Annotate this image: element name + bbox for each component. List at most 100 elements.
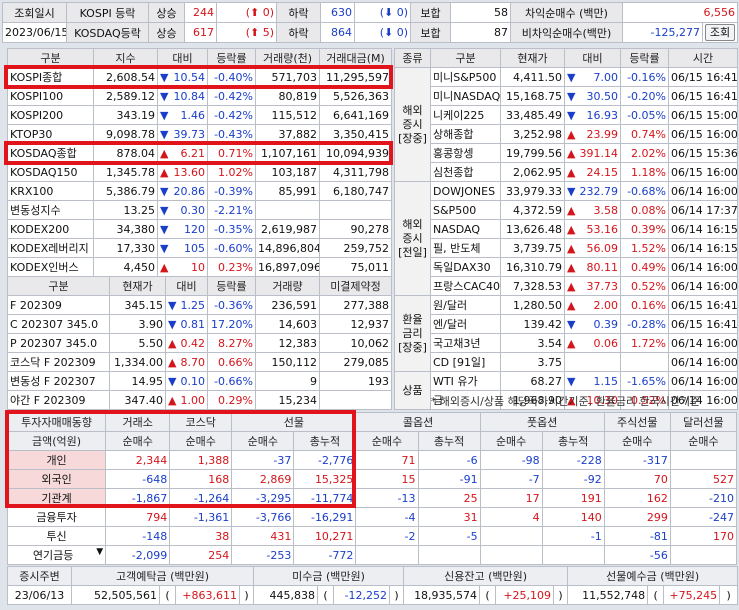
market-name[interactable]: 국고채3년	[430, 333, 501, 353]
index-row[interactable]: KODEX레버리지 17,330 ▼ 105 -0.60% 14,896,804 259,7…	[7, 238, 392, 258]
futures-row[interactable]: P 202307 345.0 5.50 ▲ 0.42 8.27% 12,383 10,062	[7, 333, 392, 353]
investor-name-cell[interactable]: 금융투자	[6, 507, 107, 527]
index-name[interactable]: 변동성지수	[7, 200, 94, 220]
investor-name-cell[interactable]: 기관계	[6, 488, 107, 508]
index-name[interactable]: KOSDAQ150	[7, 162, 94, 182]
market-name[interactable]: S&P500	[430, 200, 501, 220]
triangle-up-icon: ▲	[168, 355, 177, 369]
investor-row[interactable]: 기관계 -1,867 -1,264 -3,295 -11,774 -13 25 17 191 16…	[6, 488, 738, 508]
change-value: 1.46	[180, 108, 206, 122]
overseas-row[interactable]: NASDAQ 13,626.48 ▲ 53.16 0.39% 06/14 16:15	[395, 219, 738, 239]
market-name[interactable]: WTI 유가	[430, 371, 501, 391]
overseas-row[interactable]: 심천종합 2,062.95 ▲ 24.15 1.18% 06/15 16:00	[395, 162, 738, 182]
overseas-row[interactable]: 필, 반도체 3,739.75 ▲ 56.09 1.52% 06/14 16:15	[395, 238, 738, 258]
futures-row[interactable]: 코스닥 F 202309 1,334.00 ▲ 8.70 0.66% 150,112 279…	[7, 352, 392, 372]
investor-name-cell[interactable]: 외국인	[6, 469, 107, 489]
futures-row[interactable]: 야간 F 202309 347.40 ▲ 1.00 0.29% 15,234	[7, 390, 392, 410]
market-name[interactable]: DOWJONES	[430, 181, 501, 201]
overseas-row[interactable]: 상품 WTI 유가 68.27 ▼ 1.15 -1.65% 06/14 16:00	[394, 371, 738, 410]
open-interest: 193	[319, 371, 392, 391]
index-name[interactable]: KTOP30	[7, 124, 94, 144]
investor-value: -4	[355, 507, 419, 527]
investor-name-cell[interactable]: 개인	[6, 450, 107, 470]
overseas-row[interactable]: 프랑스CAC40 7,328.53 ▲ 37.73 0.52% 06/14 16:00	[395, 276, 738, 296]
index-row[interactable]: KOSPI종합 2,608.54 ▼ 10.54 -0.40% 571,703 11,295…	[7, 67, 392, 87]
overseas-row[interactable]: CD [91일] 3.75 06/14 16:00	[395, 352, 738, 372]
overseas-row[interactable]: 니케이225 33,485.49 ▼ 16.93 -0.05% 06/15 15:00	[395, 105, 738, 125]
investor-row[interactable]: 개인 2,344 1,388 -37 -2,776 71 -6 -98 -228 -317	[6, 450, 738, 470]
price: 2,062.95	[500, 162, 565, 182]
investor-row[interactable]: 금융투자 794 -1,361 -3,766 -16,291 -4 31 4 140 299 -24…	[6, 507, 738, 527]
overseas-row[interactable]: 환율 금리 [장중] 원/달러 1,280.50 ▲ 2.00 0.16% 06/15 16:4…	[394, 295, 738, 372]
investor-row[interactable]: 외국인 -648 168 2,869 15,325 15 -91 -7 -92 70 527	[6, 469, 738, 489]
index-name[interactable]: KOSPI종합	[7, 67, 94, 87]
change-rate: -0.68%	[620, 181, 669, 201]
futures-row[interactable]: F 202309 345.15 ▼ 1.25 -0.36% 236,591 277,388	[7, 295, 392, 315]
change-value: 391.14	[579, 146, 619, 160]
futures-row[interactable]: C 202307 345.0 3.90 ▼ 0.81 17.20% 14,603 12,93…	[7, 314, 392, 334]
investor-row[interactable]: 투신 -148 38 431 10,271 -2 -5 -1 -81 170	[6, 526, 738, 546]
change-value: 0.10	[180, 374, 206, 388]
market-name[interactable]: 심천종합	[430, 162, 501, 182]
market-name[interactable]: 니케이225	[430, 105, 501, 125]
contract-name[interactable]: P 202307 345.0	[7, 333, 110, 353]
futures-deposit-header: 선물예수금 (백만원)	[567, 566, 739, 586]
index-name[interactable]: KODEX인버스	[7, 257, 94, 277]
contract-name[interactable]: C 202307 345.0	[7, 314, 110, 334]
contract-name[interactable]: 야간 F 202309	[7, 390, 110, 410]
market-name[interactable]: 원/달러	[430, 295, 501, 315]
market-name[interactable]: 엔/달러	[430, 314, 501, 334]
overseas-row[interactable]: S&P500 4,372.59 ▲ 3.58 0.08% 06/14 17:37	[395, 200, 738, 220]
index-name[interactable]: KOSPI200	[7, 105, 94, 125]
change-value: 1.00	[180, 393, 206, 407]
market-name[interactable]: 프랑스CAC40	[430, 276, 501, 296]
index-row[interactable]: KRX100 5,386.79 ▼ 20.86 -0.39% 85,991 6,180,74…	[7, 181, 392, 201]
overseas-row[interactable]: 국고채3년 3.54 ▲ 0.06 1.72% 06/14 16:00	[395, 333, 738, 353]
investor-row[interactable]: 연기금등 ▼ -2,099 254 -253 -772 -56	[6, 545, 738, 565]
price: 4,411.50	[500, 67, 565, 87]
index-row[interactable]: KODEX200 34,380 ▼ 120 -0.35% 2,619,987 90,278	[7, 219, 392, 239]
index-row[interactable]: KOSDAQ150 1,345.78 ▲ 13.60 1.02% 103,187 4,311…	[7, 162, 392, 182]
investor-name-cell[interactable]: 투신	[6, 526, 107, 546]
market-name[interactable]: 상해종합	[430, 124, 501, 144]
market-name[interactable]: 홍콩항셍	[430, 143, 501, 163]
query-time-label: 조회일시	[2, 2, 67, 23]
query-button[interactable]: 조회	[705, 24, 735, 41]
index-row[interactable]: KTOP30 9,098.78 ▼ 39.73 -0.43% 37,882 3,350,41…	[7, 124, 392, 144]
investor-name-cell[interactable]: 연기금등 ▼	[6, 545, 107, 565]
investor-value: -37	[231, 450, 295, 470]
index-name[interactable]: KOSPI100	[7, 86, 94, 106]
futures-row[interactable]: 변동성 F 202307 14.95 ▼ 0.10 -0.66% 9 193	[7, 371, 392, 391]
index-row[interactable]: KOSPI200 343.19 ▼ 1.46 -0.42% 115,512 6,641,16…	[7, 105, 392, 125]
index-row[interactable]: KODEX인버스 4,450 ▲ 10 0.23% 16,897,096 75,011	[7, 257, 392, 277]
dropdown-arrow-icon[interactable]: ▼	[96, 547, 103, 557]
overseas-row[interactable]: 홍콩항셍 19,799.56 ▲ 391.14 2.02% 06/15 15:36	[395, 143, 738, 163]
market-name[interactable]: CD [91일]	[430, 352, 501, 372]
market-name[interactable]: 미니S&P500	[430, 67, 501, 87]
time: 06/14 16:15	[668, 238, 738, 258]
overseas-row[interactable]: 미니NASDAQ 15,168.75 ▼ 30.50 -0.20% 06/15 16:41	[395, 86, 738, 106]
triangle-up-icon: ▲	[168, 393, 177, 407]
index-row[interactable]: 변동성지수 13.25 ▼ 0.30 -2.21%	[7, 200, 392, 220]
index-name[interactable]: KRX100	[7, 181, 94, 201]
index-row[interactable]: KOSDAQ종합 878.04 ▲ 6.21 0.71% 1,107,161 10,094,…	[7, 143, 392, 163]
triangle-up-icon: ▲	[567, 241, 576, 255]
market-name[interactable]: 필, 반도체	[430, 238, 501, 258]
overseas-row[interactable]: 독일DAX30 16,310.79 ▲ 80.11 0.49% 06/14 16:00	[395, 257, 738, 277]
overseas-row[interactable]: 해외 증시 [장중] 미니S&P500 4,411.50 ▼ 7.00 -0.16% 06/15…	[394, 67, 738, 182]
index-row[interactable]: KOSPI100 2,589.12 ▼ 10.84 -0.42% 80,819 5,526,…	[7, 86, 392, 106]
contract-name[interactable]: 변동성 F 202307	[7, 371, 110, 391]
change-rate: 0.29%	[207, 390, 256, 410]
market-name[interactable]: NASDAQ	[430, 219, 501, 239]
contract-name[interactable]: 코스닥 F 202309	[7, 352, 110, 372]
index-name[interactable]: KODEX200	[7, 219, 94, 239]
market-name[interactable]: 미니NASDAQ	[430, 86, 501, 106]
market-name[interactable]: 독일DAX30	[430, 257, 501, 277]
overseas-row[interactable]: 엔/달러 139.42 ▼ 0.39 -0.28% 06/15 16:41	[395, 314, 738, 334]
overseas-row[interactable]: 상해종합 3,252.98 ▲ 23.99 0.74% 06/15 16:00	[395, 124, 738, 144]
index-name[interactable]: KODEX레버리지	[7, 238, 94, 258]
overseas-row[interactable]: 해외 증시 [전일] DOWJONES 33,979.33 ▼ 232.79 -0.68% 06…	[394, 181, 738, 296]
index-name[interactable]: KOSDAQ종합	[7, 143, 94, 163]
contract-name[interactable]: F 202309	[7, 295, 110, 315]
change-rate	[620, 352, 669, 372]
